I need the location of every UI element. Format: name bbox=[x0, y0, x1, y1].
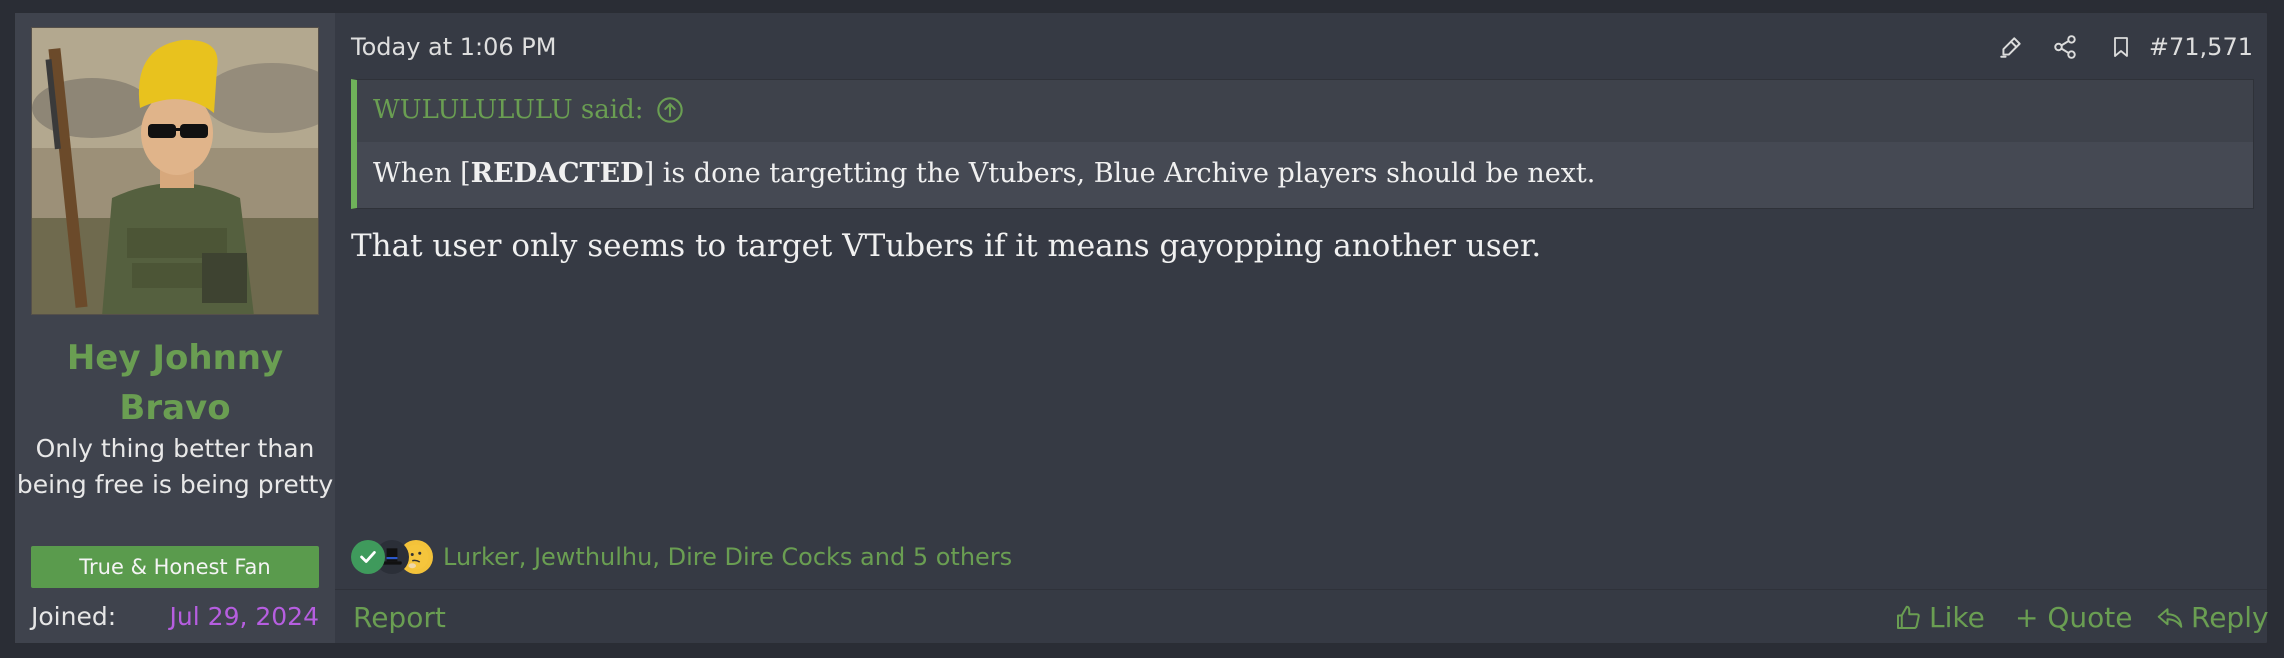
post-date[interactable]: Today at 1:06 PM bbox=[351, 29, 557, 65]
like-button[interactable]: Like bbox=[1893, 596, 1985, 640]
redacted-word: REDACTED bbox=[470, 158, 644, 189]
reply-button[interactable]: Reply bbox=[2155, 596, 2269, 640]
like-label: Like bbox=[1929, 601, 1985, 634]
joined-row: Joined: Jul 29, 2024 bbox=[31, 597, 319, 637]
reply-icon bbox=[2155, 603, 2185, 633]
thumbs-up-icon bbox=[1893, 603, 1923, 633]
user-title: Only thing better than being free is bei… bbox=[16, 434, 334, 499]
reply-label: Reply bbox=[2191, 601, 2269, 634]
quote-label: + Quote bbox=[2015, 601, 2133, 634]
user-banner: True & Honest Fan bbox=[31, 546, 319, 588]
post-footer: Report Like + Quote Reply bbox=[335, 589, 2269, 646]
quote-block: WULULULULU said: When [REDACTED] is done… bbox=[351, 79, 2254, 209]
quote-author[interactable]: WULULULULU said: bbox=[373, 90, 644, 130]
post-number[interactable]: #71,571 bbox=[2149, 29, 2253, 65]
check-reaction-icon bbox=[351, 540, 385, 574]
joined-date: Jul 29, 2024 bbox=[169, 602, 319, 631]
quote-body: When [REDACTED] is done targetting the V… bbox=[357, 142, 2253, 208]
report-link[interactable]: Report bbox=[353, 596, 446, 640]
post-message: That user only seems to target VTubers i… bbox=[351, 228, 1542, 264]
quote-button[interactable]: + Quote bbox=[2015, 596, 2132, 640]
highlight-icon[interactable] bbox=[1991, 27, 2031, 67]
joined-label: Joined: bbox=[31, 602, 117, 631]
post-main: Today at 1:06 PM #71,571 WULULULULU said… bbox=[335, 13, 2269, 646]
reaction-users-link[interactable]: Lurker, Jewthulhu, Dire Dire Cocks and 5… bbox=[443, 543, 1012, 571]
bookmark-icon[interactable] bbox=[2101, 27, 2141, 67]
quote-text: When [REDACTED] is done targetting the V… bbox=[373, 158, 1596, 189]
quote-header[interactable]: WULULULULU said: bbox=[373, 90, 684, 130]
user-avatar[interactable] bbox=[31, 27, 319, 315]
forum-post: Hey Johnny Bravo Only thing better than … bbox=[14, 12, 2269, 646]
username[interactable]: Hey Johnny Bravo bbox=[15, 333, 335, 433]
reactions-bar[interactable]: Lurker, Jewthulhu, Dire Dire Cocks and 5… bbox=[351, 537, 1012, 577]
jump-up-icon[interactable] bbox=[656, 96, 684, 124]
post-actions-top: #71,571 bbox=[1967, 27, 2267, 67]
share-icon[interactable] bbox=[2045, 27, 2085, 67]
user-sidebar: Hey Johnny Bravo Only thing better than … bbox=[15, 13, 335, 643]
